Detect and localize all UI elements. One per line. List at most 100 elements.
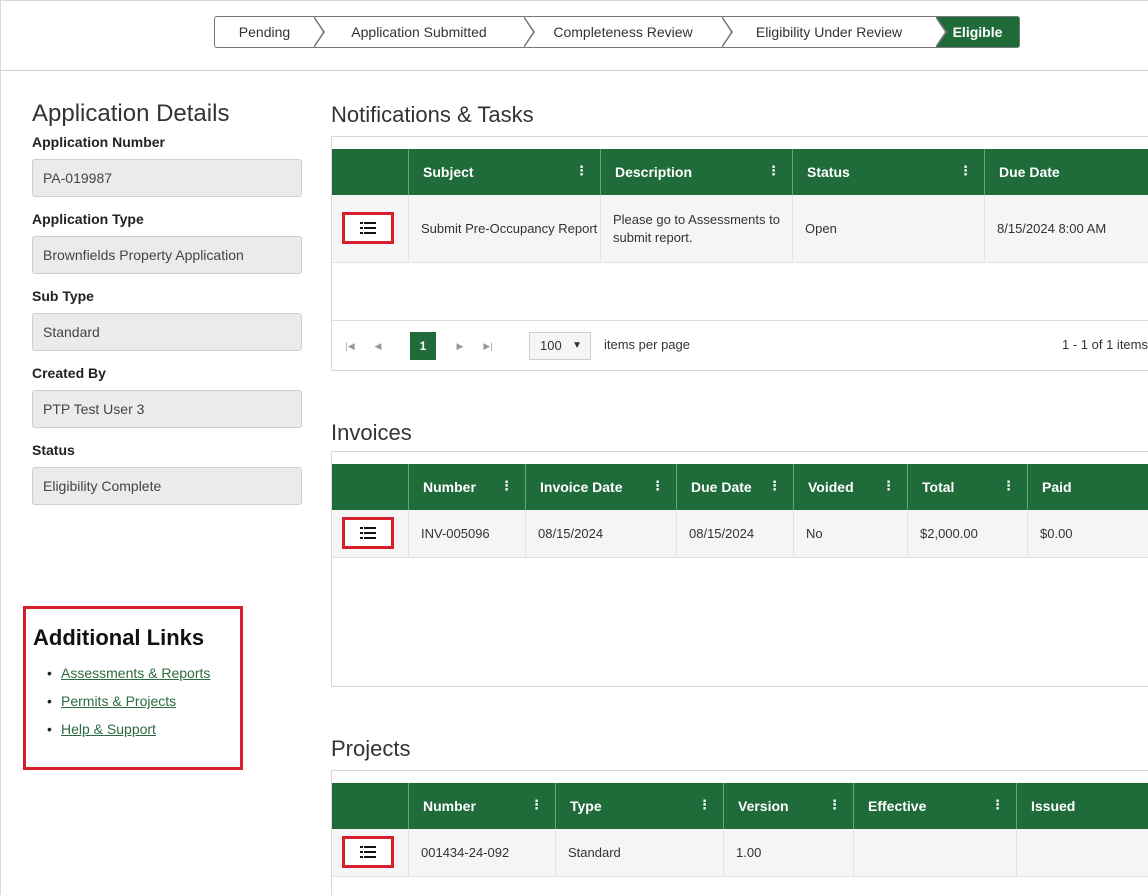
notifications-grid: Subject ⋮ Description ⋮ Status ⋮ Due Dat… (331, 136, 1148, 371)
cell-due-date: 08/15/2024 (676, 510, 793, 557)
row-menu-cell (332, 829, 408, 876)
projects-title: Projects (331, 736, 411, 761)
cell-subject: Submit Pre-Occupancy Report (408, 195, 600, 262)
field-created-by: Created By PTP Test User 3 (32, 365, 308, 428)
table-header: Number ⋮ Invoice Date ⋮ Due Date ⋮ Voide… (332, 464, 1148, 510)
column-label: Invoice Date (540, 479, 623, 495)
column-header-status[interactable]: Status ⋮ (792, 149, 984, 195)
last-page-icon[interactable]: ▶| (478, 337, 498, 355)
column-label: Description (615, 164, 693, 180)
vertical-dots-icon[interactable]: ⋮ (768, 478, 781, 494)
column-header-total[interactable]: Total ⋮ (907, 464, 1027, 510)
vertical-dots-icon[interactable]: ⋮ (651, 478, 664, 494)
vertical-dots-icon[interactable]: ⋮ (500, 478, 513, 494)
table-row[interactable]: Submit Pre-Occupancy Report Please go to… (332, 195, 1148, 263)
vertical-dots-icon[interactable]: ⋮ (530, 797, 543, 813)
cell-total: $2,000.00 (907, 510, 1027, 557)
column-header-due-date[interactable]: Due Date (984, 149, 1148, 195)
vertical-dots-icon[interactable]: ⋮ (959, 163, 972, 179)
first-page-icon[interactable]: |◀ (340, 337, 360, 355)
cell-status: Open (792, 195, 984, 262)
application-number-field: PA-019987 (32, 159, 302, 197)
table-row[interactable]: 001434-24-092 Standard 1.00 (332, 829, 1148, 877)
column-header-description[interactable]: Description ⋮ (600, 149, 792, 195)
frame-top-border (0, 0, 1148, 1)
step-label: Application Submitted (351, 24, 487, 40)
step-eligible: Eligible (936, 17, 1019, 47)
vertical-dots-icon[interactable]: ⋮ (1002, 478, 1015, 494)
step-eligibility-under-review: Eligibility Under Review (722, 16, 947, 48)
row-menu-button[interactable] (342, 212, 394, 244)
column-header-number[interactable]: Number ⋮ (408, 464, 525, 510)
column-label: Type (570, 798, 602, 814)
column-label: Effective (868, 798, 927, 814)
column-label: Due Date (691, 479, 752, 495)
column-header-paid[interactable]: Paid (1027, 464, 1148, 510)
vertical-dots-icon[interactable]: ⋮ (991, 797, 1004, 813)
field-sub-type: Sub Type Standard (32, 288, 308, 351)
cell-effective (853, 829, 1016, 876)
vertical-dots-icon[interactable]: ⋮ (828, 797, 841, 813)
step-completeness-review: Completeness Review (524, 16, 733, 48)
next-page-icon[interactable]: ▶ (450, 337, 470, 355)
cell-voided: No (793, 510, 907, 557)
sub-type-field: Standard (32, 313, 302, 351)
column-header-type[interactable]: Type ⋮ (555, 783, 723, 829)
permits-projects-link[interactable]: Permits & Projects (61, 693, 176, 709)
column-header-subject[interactable]: Subject ⋮ (408, 149, 600, 195)
cell-due-date: 8/15/2024 8:00 AM (984, 195, 1148, 262)
pager-range: 1 - 1 of 1 items (1062, 337, 1148, 352)
additional-links-title: Additional Links (33, 625, 205, 650)
step-application-submitted: Application Submitted (314, 16, 535, 48)
row-menu-button[interactable] (342, 836, 394, 868)
cell-version: 1.00 (723, 829, 853, 876)
column-label: Status (807, 164, 850, 180)
vertical-dots-icon[interactable]: ⋮ (767, 163, 780, 179)
previous-page-icon[interactable]: ◀ (368, 337, 388, 355)
invoices-title: Invoices (331, 420, 412, 445)
application-type-field: Brownfields Property Application (32, 236, 302, 274)
notifications-title: Notifications & Tasks (331, 102, 534, 127)
column-header-invoice-date[interactable]: Invoice Date ⋮ (525, 464, 676, 510)
cell-invoice-date: 08/15/2024 (525, 510, 676, 557)
status-field: Eligibility Complete (32, 467, 302, 505)
column-header-effective[interactable]: Effective ⋮ (853, 783, 1016, 829)
column-header-version[interactable]: Version ⋮ (723, 783, 853, 829)
chevron-down-icon: ▼ (572, 340, 582, 351)
field-label: Status (32, 442, 75, 458)
vertical-dots-icon[interactable]: ⋮ (882, 478, 895, 494)
column-header-number[interactable]: Number ⋮ (408, 783, 555, 829)
column-label: Due Date (999, 164, 1060, 180)
step-pending: Pending (215, 16, 325, 48)
list-menu-icon (360, 846, 376, 858)
assessments-reports-link[interactable]: Assessments & Reports (61, 665, 210, 681)
list-item: Help & Support (47, 715, 240, 743)
items-per-page-label: items per page (604, 337, 690, 352)
vertical-dots-icon[interactable]: ⋮ (575, 163, 588, 179)
list-menu-icon (360, 222, 376, 234)
column-label: Subject (423, 164, 474, 180)
help-support-link[interactable]: Help & Support (61, 721, 156, 737)
step-label: Eligibility Under Review (755, 24, 903, 40)
created-by-field: PTP Test User 3 (32, 390, 302, 428)
field-label: Created By (32, 365, 106, 381)
table-row[interactable]: INV-005096 08/15/2024 08/15/2024 No $2,0… (332, 510, 1148, 558)
row-menu-button[interactable] (342, 517, 394, 549)
column-header-due-date[interactable]: Due Date ⋮ (676, 464, 793, 510)
additional-links-list: Assessments & Reports Permits & Projects… (33, 659, 240, 743)
page-size-select[interactable]: 100 ▼ (529, 332, 591, 360)
column-header-issued[interactable]: Issued (1016, 783, 1148, 829)
step-label: Completeness Review (553, 24, 693, 40)
field-label: Sub Type (32, 288, 94, 304)
column-header-voided[interactable]: Voided ⋮ (793, 464, 907, 510)
header-menu-column (332, 149, 408, 195)
chevron-right-icon (721, 16, 733, 48)
column-label: Number (423, 798, 476, 814)
header-divider (0, 70, 1148, 71)
current-page-button[interactable]: 1 (410, 332, 436, 360)
chevron-right-icon (523, 16, 535, 48)
vertical-dots-icon[interactable]: ⋮ (698, 797, 711, 813)
frame-left-border (0, 0, 1, 895)
column-label: Voided (808, 479, 854, 495)
step-label: Pending (238, 24, 291, 40)
